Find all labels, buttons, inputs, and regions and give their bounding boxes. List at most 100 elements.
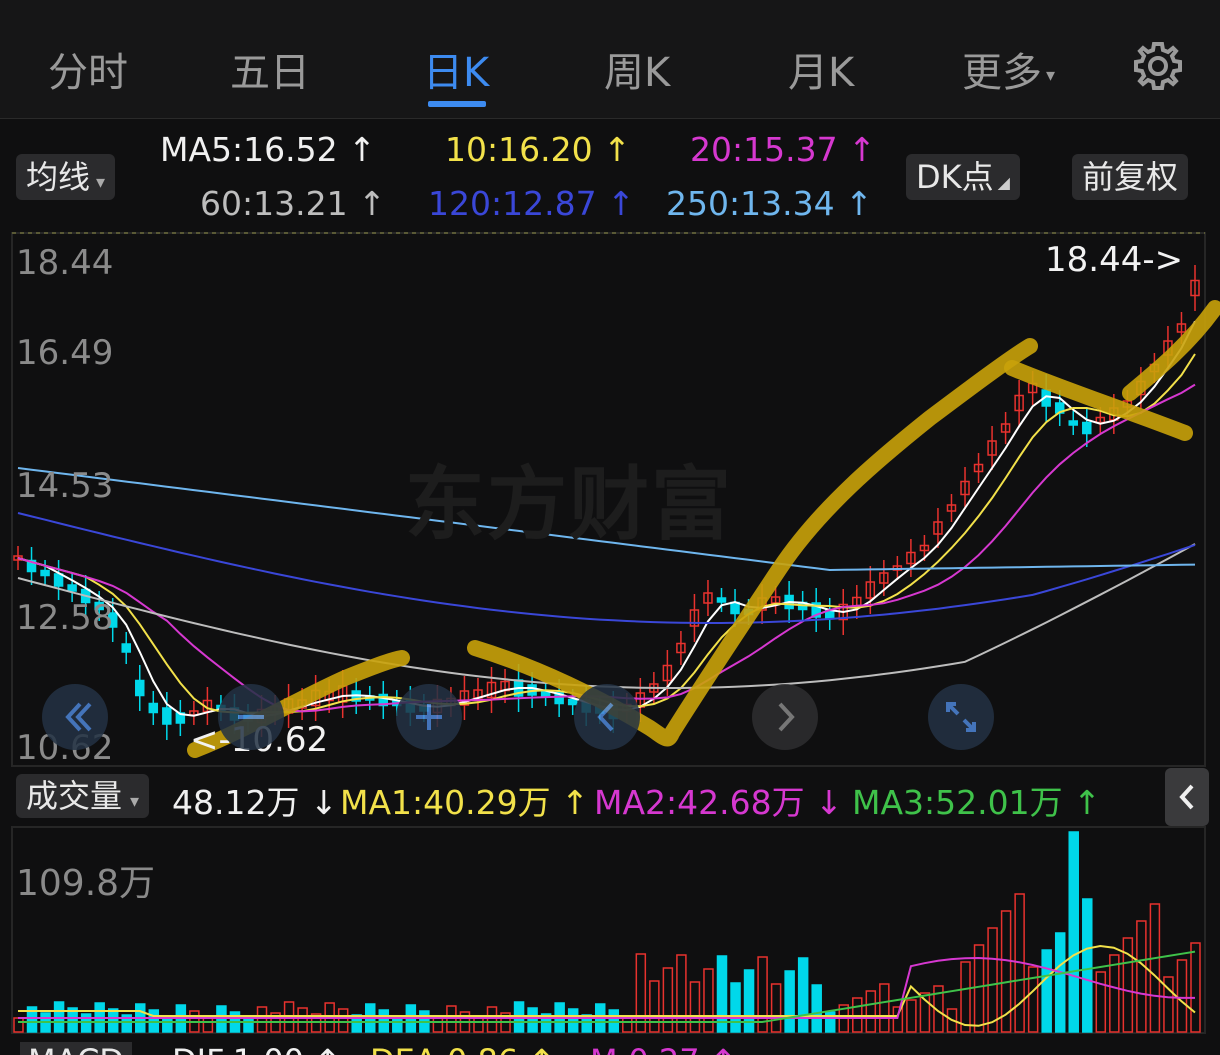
candle-body bbox=[730, 601, 740, 615]
volume-bar bbox=[784, 970, 795, 1033]
volume-selector-label: 成交量 bbox=[26, 777, 123, 815]
candle-body bbox=[148, 702, 159, 714]
dk-point-label: DK点 bbox=[916, 158, 994, 196]
volume-bar bbox=[1149, 903, 1161, 1033]
scroll-left-button[interactable] bbox=[42, 684, 108, 750]
volume-bar bbox=[337, 1008, 349, 1033]
volume-bar bbox=[1176, 959, 1188, 1033]
macd-dea: DEA:0.86 ↑ bbox=[370, 1042, 555, 1055]
candle-body bbox=[67, 584, 77, 592]
volume-bar bbox=[1109, 954, 1120, 1033]
volume-bar bbox=[1095, 971, 1107, 1033]
volume-chart-svg bbox=[11, 826, 1206, 1034]
volume-bar bbox=[879, 983, 890, 1033]
volume-bar bbox=[1136, 920, 1147, 1033]
volume-ma3: MA3:52.01万 ↑ bbox=[852, 783, 1101, 822]
price-adjust-button[interactable]: 前复权 bbox=[1072, 154, 1189, 200]
volume-ma-lines bbox=[18, 944, 1196, 1027]
macd-m: M:0.27 ↑ bbox=[590, 1042, 737, 1055]
volume-bar bbox=[567, 1008, 579, 1033]
candle-body bbox=[1068, 420, 1078, 426]
volume-bar bbox=[297, 1007, 308, 1033]
volume-bar bbox=[649, 980, 660, 1033]
volume-bar bbox=[1190, 942, 1201, 1033]
double-chevron-left-icon bbox=[65, 702, 92, 732]
ma250-value: 250:13.34 ↑ bbox=[666, 184, 873, 223]
chevron-down-icon: ▾ bbox=[130, 791, 140, 812]
price-axis-label-3: 14.53 bbox=[16, 466, 114, 506]
candle-body bbox=[540, 691, 551, 697]
tab-more[interactable]: 更多 ▾ bbox=[962, 40, 1055, 98]
volume-bar bbox=[811, 984, 822, 1033]
volume-bar bbox=[1082, 898, 1093, 1033]
ma120-value: 120:12.87 ↑ bbox=[428, 184, 635, 223]
volume-indicator-selector[interactable]: 成交量 ▾ bbox=[16, 774, 150, 818]
volume-bar bbox=[486, 1006, 498, 1033]
tab-five-day[interactable]: 五日 bbox=[230, 40, 310, 98]
active-tab-indicator bbox=[428, 101, 486, 107]
volume-bar bbox=[1054, 932, 1066, 1033]
macd-header: MACD DIF:1.00 ↑ DEA:0.86 ↑ M:0.27 ↑ bbox=[0, 1038, 1220, 1055]
macd-dif: DIF:1.00 ↑ bbox=[172, 1042, 341, 1055]
volume-header: 成交量 ▾ 48.12万 ↓ MA1:40.29万 ↑ MA2:42.68万 ↓ … bbox=[0, 768, 1220, 826]
volume-bar bbox=[635, 953, 647, 1033]
dk-point-button[interactable]: DK点 ◢ bbox=[906, 154, 1020, 200]
ma60-line bbox=[17, 543, 1196, 689]
volume-ma2: MA2:42.68万 ↓ bbox=[594, 783, 843, 822]
volume-bar bbox=[1041, 949, 1052, 1033]
watermark: 东方财富 bbox=[405, 457, 733, 551]
ma5-value: MA5:16.52 ↑ bbox=[160, 130, 376, 169]
forward-button[interactable] bbox=[752, 684, 818, 750]
volume-bar bbox=[1068, 831, 1079, 1033]
volume-bar bbox=[730, 982, 741, 1033]
volume-current: 48.12万 ↓ bbox=[172, 783, 338, 822]
chevron-right-icon bbox=[778, 702, 795, 732]
corner-triangle-icon: ◢ bbox=[997, 173, 1010, 192]
volume-ma2-line bbox=[18, 956, 1195, 1019]
volume-bar bbox=[202, 1016, 214, 1033]
candle-body bbox=[1082, 421, 1092, 435]
zoom-out-button[interactable] bbox=[218, 684, 284, 750]
volume-bar bbox=[432, 1016, 444, 1033]
volume-bar bbox=[256, 1006, 268, 1033]
volume-bar bbox=[527, 1007, 538, 1033]
price-axis-label-2: 16.49 bbox=[16, 333, 114, 373]
macd-selector[interactable]: MACD bbox=[20, 1042, 132, 1055]
volume-bar bbox=[865, 990, 877, 1033]
chevron-left-icon bbox=[1179, 784, 1194, 810]
volume-bar bbox=[243, 1017, 254, 1033]
candle-body bbox=[53, 573, 64, 587]
fullscreen-button[interactable] bbox=[928, 684, 994, 750]
tab-intraday[interactable]: 分时 bbox=[48, 40, 128, 98]
zoom-in-button[interactable] bbox=[396, 684, 462, 750]
volume-ma1: MA1:40.29万 ↑ bbox=[340, 783, 589, 822]
annotation-stroke-4 bbox=[1122, 300, 1220, 401]
back-button[interactable] bbox=[574, 684, 640, 750]
volume-bar bbox=[13, 1017, 24, 1033]
minus-icon bbox=[238, 715, 264, 719]
volume-bar bbox=[906, 999, 917, 1033]
price-adjust-label: 前复权 bbox=[1082, 158, 1179, 196]
tab-more-label: 更多 bbox=[962, 50, 1042, 96]
tab-daily-k[interactable]: 日K bbox=[423, 40, 489, 98]
collapse-panel-button[interactable] bbox=[1165, 768, 1209, 826]
ma-selector-label: 均线 bbox=[26, 158, 91, 196]
volume-bar bbox=[689, 981, 701, 1033]
chevron-down-icon: ▾ bbox=[96, 172, 106, 193]
volume-bar bbox=[797, 957, 809, 1033]
expand-icon bbox=[946, 702, 976, 732]
high-price-marker: 18.44-> bbox=[1045, 240, 1184, 280]
tab-monthly-k[interactable]: 月K bbox=[788, 40, 854, 98]
gear-icon[interactable] bbox=[1130, 38, 1186, 94]
volume-chart[interactable]: 109.8万 bbox=[0, 826, 1220, 1036]
tab-weekly-k[interactable]: 周K bbox=[604, 40, 670, 98]
volume-bar bbox=[107, 1008, 119, 1033]
ma20-value: 20:15.37 ↑ bbox=[690, 130, 876, 169]
candle-body bbox=[162, 707, 172, 725]
ma-selector[interactable]: 均线 ▾ bbox=[16, 154, 116, 200]
chevron-left-icon bbox=[597, 702, 614, 732]
volume-bar bbox=[892, 1006, 904, 1033]
tab-bar: 分时 五日 日K 周K 月K 更多 ▾ bbox=[0, 0, 1220, 119]
volume-bar bbox=[676, 954, 687, 1033]
volume-axis-max: 109.8万 bbox=[16, 863, 156, 904]
